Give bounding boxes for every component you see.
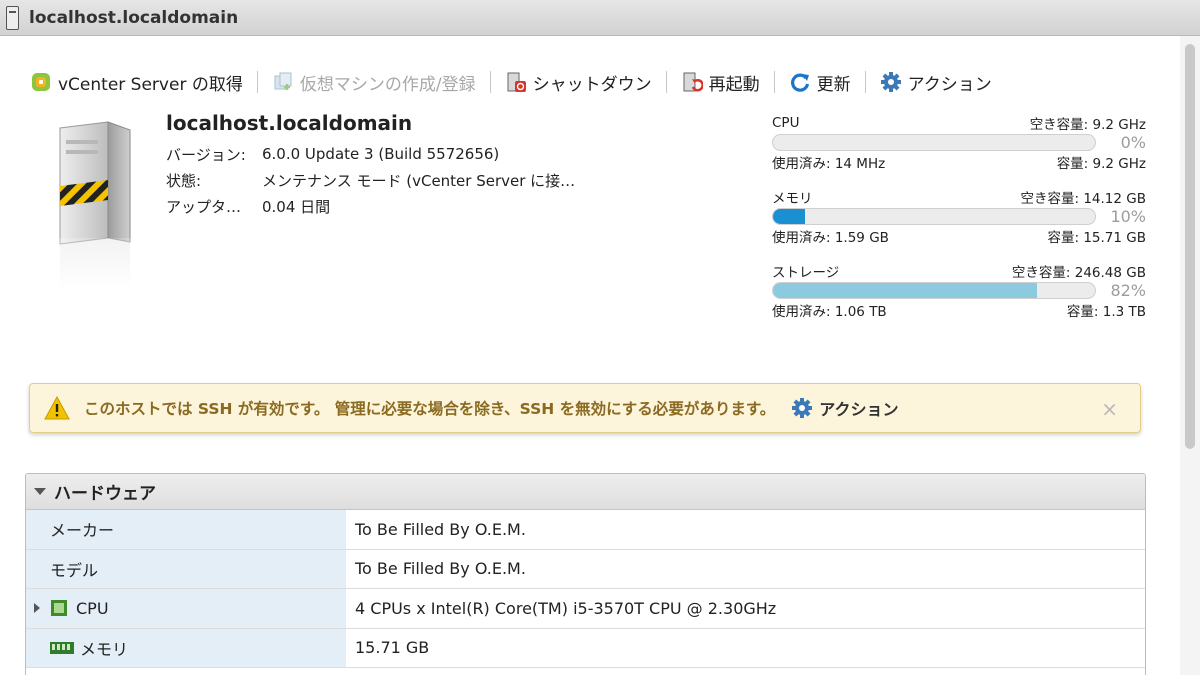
row-label: CPU bbox=[76, 598, 109, 618]
resource-capacity: 容量: 1.3 TB bbox=[1066, 304, 1146, 320]
info-value: メンテナンス モード (vCenter Server に接… bbox=[262, 171, 576, 190]
table-row: メーカー To Be Filled By O.E.M. bbox=[26, 510, 1145, 550]
close-icon[interactable]: × bbox=[1101, 397, 1118, 421]
host-toolbar: vCenter Server の取得 仮想マシンの作成/登録 シャットダウン 再… bbox=[30, 66, 992, 98]
host-summary: localhost.localdomain バージョン: 6.0.0 Updat… bbox=[166, 111, 575, 219]
actions-button[interactable]: アクション bbox=[880, 70, 992, 95]
resource-capacity: 容量: 15.71 GB bbox=[1047, 230, 1146, 246]
toolbar-divider bbox=[256, 71, 258, 93]
info-row-version: バージョン: 6.0.0 Update 3 (Build 5572656) bbox=[166, 141, 575, 167]
reboot-label: 再起動 bbox=[708, 74, 760, 95]
usage-percent: 82% bbox=[1110, 281, 1146, 300]
info-value: 0.04 日間 bbox=[262, 197, 331, 216]
row-value: 15.71 GB bbox=[355, 638, 430, 658]
memory-icon bbox=[50, 641, 74, 654]
shutdown-button[interactable]: シャットダウン bbox=[505, 70, 652, 95]
usage-bar bbox=[772, 134, 1096, 151]
vertical-scrollbar[interactable] bbox=[1180, 36, 1200, 675]
usage-percent: 0% bbox=[1120, 133, 1146, 152]
table-row: CPU 4 CPUs x Intel(R) Core(TM) i5-3570T … bbox=[26, 589, 1145, 629]
resource-cpu: CPU 空き容量: 9.2 GHz 0% 使用済み: 14 MHz 容量: 9.… bbox=[772, 114, 1146, 172]
window-titlebar: localhost.localdomain bbox=[0, 0, 1200, 36]
resource-capacity: 容量: 9.2 GHz bbox=[1056, 156, 1146, 172]
toolbar-divider bbox=[665, 71, 667, 93]
gear-icon bbox=[791, 397, 813, 419]
row-label: メモリ bbox=[80, 639, 129, 659]
scrollbar-thumb[interactable] bbox=[1185, 44, 1195, 449]
shutdown-icon bbox=[505, 71, 527, 93]
toolbar-divider bbox=[773, 71, 775, 93]
row-value: To Be Filled By O.E.M. bbox=[355, 519, 526, 539]
refresh-icon bbox=[789, 71, 811, 93]
host-name: localhost.localdomain bbox=[166, 111, 413, 135]
warning-message: このホストでは SSH が有効です。 管理に必要な場合を除き、SSH を無効にす… bbox=[84, 400, 776, 418]
resource-free: 空き容量: 14.12 GB bbox=[1020, 191, 1146, 207]
info-row-state: 状態: メンテナンス モード (vCenter Server に接… bbox=[166, 167, 575, 193]
ssh-warning-banner: このホストでは SSH が有効です。 管理に必要な場合を除き、SSH を無効にす… bbox=[29, 383, 1141, 433]
hardware-panel-title: ハードウェア bbox=[54, 484, 156, 504]
info-value: 6.0.0 Update 3 (Build 5572656) bbox=[262, 145, 500, 163]
resource-free: 空き容量: 9.2 GHz bbox=[1029, 117, 1146, 133]
resource-used: 使用済み: 1.59 GB bbox=[772, 230, 889, 246]
resource-free: 空き容量: 246.48 GB bbox=[1011, 265, 1146, 281]
info-row-uptime: アップタ… 0.04 日間 bbox=[166, 193, 575, 219]
usage-bar bbox=[772, 208, 1096, 225]
resource-used: 使用済み: 14 MHz bbox=[772, 156, 886, 172]
warning-actions-label: アクション bbox=[819, 400, 899, 419]
row-value: 4 CPUs x Intel(R) Core(TM) i5-3570T CPU … bbox=[355, 598, 777, 618]
row-label: メーカー bbox=[50, 521, 115, 541]
reboot-button[interactable]: 再起動 bbox=[681, 70, 760, 95]
usage-percent: 10% bbox=[1110, 207, 1146, 226]
window-title: localhost.localdomain bbox=[29, 7, 239, 28]
cpu-icon bbox=[51, 600, 67, 617]
resource-used: 使用済み: 1.06 TB bbox=[772, 304, 887, 320]
shutdown-label: シャットダウン bbox=[532, 74, 652, 95]
resource-meters: CPU 空き容量: 9.2 GHz 0% 使用済み: 14 MHz 容量: 9.… bbox=[772, 114, 1146, 336]
create-vm-icon bbox=[272, 71, 294, 93]
vcenter-button[interactable]: vCenter Server の取得 bbox=[30, 70, 243, 95]
usage-fill bbox=[773, 209, 806, 224]
host-icon bbox=[6, 5, 19, 30]
collapse-caret-icon[interactable] bbox=[34, 488, 46, 495]
resource-name: メモリ bbox=[772, 191, 813, 207]
expand-caret-icon[interactable] bbox=[34, 603, 40, 614]
server-illustration bbox=[56, 120, 136, 290]
actions-label: アクション bbox=[907, 74, 992, 95]
create-vm-button[interactable]: 仮想マシンの作成/登録 bbox=[272, 70, 476, 95]
vcenter-icon bbox=[30, 71, 52, 93]
resource-memory: メモリ 空き容量: 14.12 GB 10% 使用済み: 1.59 GB 容量:… bbox=[772, 188, 1146, 246]
usage-fill bbox=[773, 283, 1038, 298]
create-vm-label: 仮想マシンの作成/登録 bbox=[299, 74, 476, 95]
row-value: To Be Filled By O.E.M. bbox=[355, 559, 526, 579]
info-label: バージョン: bbox=[166, 145, 246, 164]
toolbar-divider bbox=[864, 71, 866, 93]
toolbar-divider bbox=[489, 71, 491, 93]
resource-name: CPU bbox=[772, 115, 800, 131]
hardware-panel: ハードウェア メーカー To Be Filled By O.E.M. モデル T… bbox=[25, 473, 1146, 675]
vcenter-label: vCenter Server の取得 bbox=[58, 74, 243, 95]
table-row: メモリ 15.71 GB bbox=[26, 628, 1145, 668]
warning-icon bbox=[44, 396, 70, 420]
refresh-button[interactable]: 更新 bbox=[789, 70, 851, 95]
row-label: モデル bbox=[50, 560, 99, 580]
hardware-panel-header[interactable]: ハードウェア bbox=[26, 474, 1145, 510]
reboot-icon bbox=[681, 71, 703, 93]
info-label: 状態: bbox=[166, 171, 202, 190]
usage-bar bbox=[772, 282, 1096, 299]
gear-icon bbox=[880, 71, 902, 93]
info-label: アップタ… bbox=[166, 197, 242, 216]
refresh-label: 更新 bbox=[816, 74, 851, 95]
warning-actions-button[interactable]: アクション bbox=[791, 396, 898, 420]
table-row: モデル To Be Filled By O.E.M. bbox=[26, 549, 1145, 589]
resource-storage: ストレージ 空き容量: 246.48 GB 82% 使用済み: 1.06 TB … bbox=[772, 262, 1146, 320]
resource-name: ストレージ bbox=[772, 265, 840, 281]
